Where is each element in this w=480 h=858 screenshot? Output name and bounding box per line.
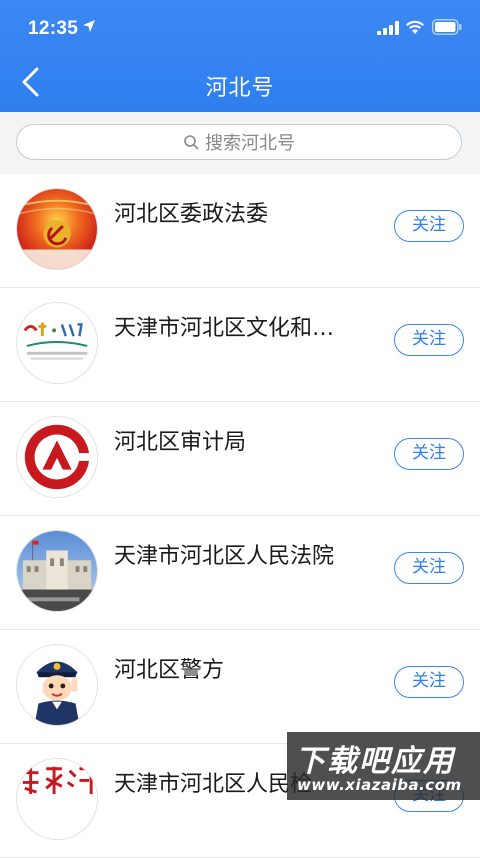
follow-button[interactable]: 关注 bbox=[394, 438, 464, 470]
follow-button[interactable]: 关注 bbox=[394, 666, 464, 698]
list-item[interactable]: 河北区委政法委 关注 bbox=[0, 174, 480, 288]
audit-emblem-icon bbox=[17, 417, 97, 497]
avatar bbox=[16, 416, 98, 498]
follow-button[interactable]: 关注 bbox=[394, 210, 464, 242]
status-time: 12:35 bbox=[28, 18, 79, 39]
account-name: 天津市河北区人民检 bbox=[114, 772, 313, 797]
culture-logo-icon bbox=[17, 303, 97, 383]
list-item[interactable]: 河北区警方 关注 bbox=[0, 630, 480, 744]
wifi-icon bbox=[406, 20, 424, 34]
account-name: 河北区委政法委 bbox=[114, 202, 269, 227]
list-item[interactable]: 天津市河北区人民法院 关注 bbox=[0, 516, 480, 630]
status-bar: 12:35 bbox=[0, 0, 480, 58]
account-name: 河北区警方 bbox=[114, 658, 225, 683]
list-item[interactable]: 河北区审计局 关注 bbox=[0, 402, 480, 516]
avatar bbox=[16, 188, 98, 270]
avatar bbox=[16, 530, 98, 612]
procuratorate-logo-icon bbox=[17, 759, 97, 839]
location-arrow-icon bbox=[83, 20, 95, 32]
list-item[interactable]: 天津市河北区文化和… 关注 bbox=[0, 288, 480, 402]
account-name: 天津市河北区文化和… bbox=[114, 316, 335, 341]
police-cartoon-icon bbox=[17, 645, 97, 725]
search-placeholder: 搜索河北号 bbox=[205, 133, 295, 154]
party-emblem-icon bbox=[17, 189, 97, 269]
account-name: 天津市河北区人民法院 bbox=[114, 544, 335, 569]
search-input[interactable]: 搜索河北号 bbox=[16, 124, 462, 160]
watermark: 下载吧应用 www.xiazaiba.com bbox=[287, 732, 480, 800]
watermark-title: 下载吧应用 bbox=[295, 744, 455, 779]
battery-icon bbox=[432, 19, 462, 35]
court-photo-icon bbox=[17, 531, 97, 611]
avatar bbox=[16, 758, 98, 840]
search-icon bbox=[184, 135, 199, 150]
avatar bbox=[16, 644, 98, 726]
follow-button[interactable]: 关注 bbox=[394, 324, 464, 356]
signal-icon bbox=[377, 21, 399, 35]
avatar bbox=[16, 302, 98, 384]
watermark-url: www.xiazaiba.com bbox=[297, 776, 462, 794]
page-title: 河北号 bbox=[205, 76, 275, 101]
follow-button[interactable]: 关注 bbox=[394, 552, 464, 584]
search-area: 搜索河北号 bbox=[0, 112, 480, 174]
app-header: 12:35 河北号 bbox=[0, 0, 480, 112]
account-name: 河北区审计局 bbox=[114, 430, 247, 455]
